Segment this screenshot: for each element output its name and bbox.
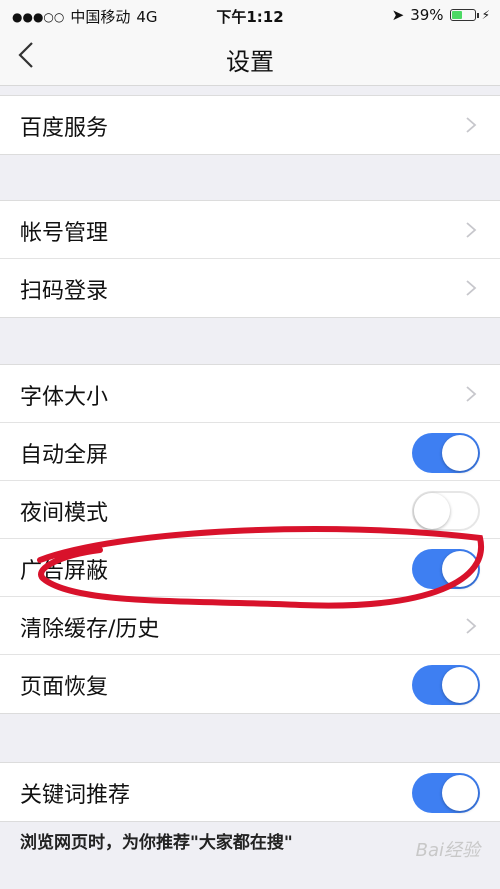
auto-fullscreen-toggle[interactable] [412, 433, 480, 473]
row-label: 自动全屏 [20, 443, 109, 468]
settings-row-font-size[interactable]: 字体大小 [0, 365, 500, 423]
row-label: 字体大小 [20, 385, 109, 410]
chevron-right-icon [466, 117, 477, 133]
page-restore-toggle[interactable] [412, 665, 480, 705]
row-label: 页面恢复 [20, 675, 109, 700]
chevron-right-icon [466, 222, 477, 238]
settings-row-auto-fullscreen: 自动全屏 [0, 423, 500, 481]
group-baidu-services: 百度服务 [0, 95, 500, 155]
row-label: 夜间模式 [20, 501, 109, 526]
row-label: 关键词推荐 [20, 783, 131, 808]
settings-row-night-mode: 夜间模式 [0, 481, 500, 539]
group-display: 字体大小 自动全屏 夜间模式 广告屏蔽 清除缓存/历史 页面恢复 [0, 364, 500, 714]
row-label: 扫码登录 [20, 279, 109, 304]
night-mode-toggle[interactable] [412, 491, 480, 531]
row-label: 百度服务 [20, 116, 109, 141]
group-account: 帐号管理 扫码登录 [0, 200, 500, 318]
settings-row-keyword-recommend: 关键词推荐 [0, 763, 500, 821]
settings-row-scan-login[interactable]: 扫码登录 [0, 259, 500, 317]
chevron-right-icon [466, 280, 477, 296]
row-label: 广告屏蔽 [20, 559, 109, 584]
settings-row-ad-block: 广告屏蔽 [0, 539, 500, 597]
battery-icon [449, 9, 479, 21]
chevron-right-icon [466, 618, 477, 634]
chevron-right-icon [466, 386, 477, 402]
footer-note: 浏览网页时，为你推荐"大家都在搜" [20, 833, 293, 853]
settings-row-baidu-services[interactable]: 百度服务 [0, 96, 500, 154]
page-title: 设置 [226, 48, 274, 76]
ad-block-toggle[interactable] [412, 549, 480, 589]
group-keywords: 关键词推荐 [0, 762, 500, 822]
watermark-logo: Bai经验 [415, 840, 480, 861]
status-bar: ●●●○○ 中国移动 4G 下午1:12 ➤ 39% ⚡ [0, 0, 500, 30]
settings-row-page-restore: 页面恢复 [0, 655, 500, 713]
charging-icon: ⚡ [481, 8, 490, 22]
settings-row-account-management[interactable]: 帐号管理 [0, 201, 500, 259]
keyword-recommend-toggle[interactable] [412, 773, 480, 813]
navigation-bar: 设置 [0, 30, 500, 86]
location-icon: ➤ [391, 6, 405, 24]
battery-percent: 39% [410, 6, 444, 24]
row-label: 清除缓存/历史 [20, 617, 160, 642]
settings-row-clear-cache[interactable]: 清除缓存/历史 [0, 597, 500, 655]
row-label: 帐号管理 [20, 221, 109, 246]
